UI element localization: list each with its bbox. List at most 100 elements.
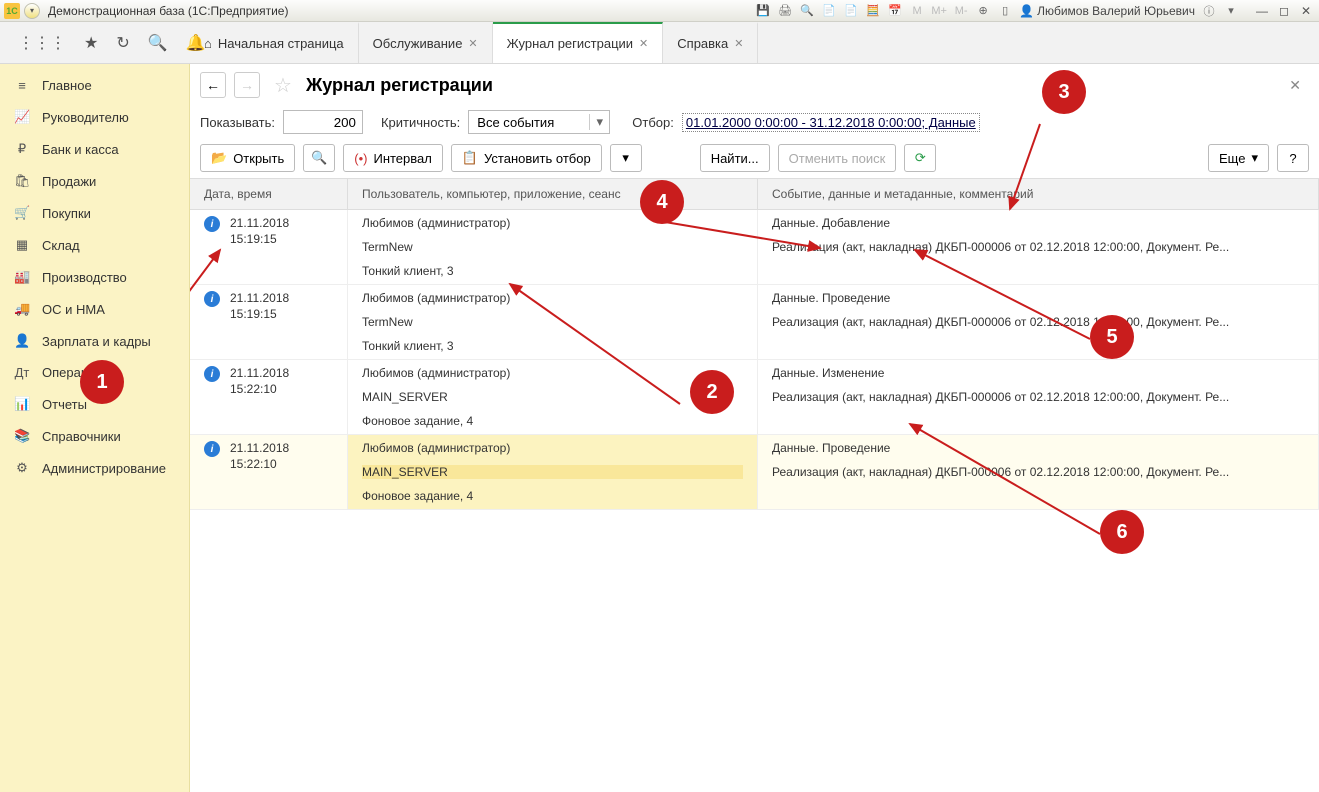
table-row[interactable]: i 21.11.201815:22:10 Любимов (администра…	[190, 360, 1319, 435]
sidebar-item[interactable]: 🛍 Продажи	[0, 165, 189, 197]
criticality-dropdown[interactable]: Все события ▾	[468, 110, 610, 134]
sidebar-item[interactable]: ⚙Администрирование	[0, 452, 189, 484]
close-icon[interactable]: ✕	[734, 37, 743, 50]
user-value: Любимов (администратор)	[362, 366, 743, 380]
cancel-search-button[interactable]: Отменить поиск	[778, 144, 897, 172]
comment-value	[772, 339, 1304, 353]
column-header-user[interactable]: Пользователь, компьютер, приложение, сеа…	[348, 179, 758, 209]
time-value: 15:19:15	[230, 232, 289, 248]
app-menu-dropdown[interactable]: ▾	[24, 3, 40, 19]
toolbar-print-icon[interactable]: 🖨	[777, 3, 793, 19]
tab-home[interactable]: ⌂Начальная страница	[190, 22, 359, 63]
comment-value	[772, 414, 1304, 428]
window-titlebar: 1С ▾ Демонстрационная база (1С:Предприят…	[0, 0, 1319, 22]
favorites-icon[interactable]: ★	[84, 33, 98, 53]
sidebar-item-label: Продажи	[42, 174, 96, 189]
toolbar-panel-icon[interactable]: ▯	[997, 3, 1013, 19]
event-value: Данные. Проведение	[772, 291, 1304, 305]
close-icon[interactable]: ✕	[468, 37, 477, 50]
sidebar-item-label: Производство	[42, 270, 127, 285]
user-icon: 👤	[1019, 4, 1034, 18]
toolbar-doc2-icon[interactable]: 📄	[843, 3, 859, 19]
cell-event: Данные. Проведение Реализация (акт, накл…	[758, 435, 1319, 509]
set-filter-button[interactable]: 📋Установить отбор	[451, 144, 602, 172]
table-row[interactable]: i 21.11.201815:19:15 Любимов (администра…	[190, 285, 1319, 360]
window-minimize-button[interactable]: —	[1253, 3, 1271, 19]
sidebar-item-label: Покупки	[42, 206, 91, 221]
app-value: Фоновое задание, 4	[362, 414, 743, 428]
button-label: Открыть	[233, 151, 284, 166]
toolbar-zoom-icon[interactable]: ⊕	[975, 3, 991, 19]
window-close-button[interactable]: ✕	[1297, 3, 1315, 19]
date-value: 21.11.2018	[230, 291, 289, 307]
nav-forward-button[interactable]: →	[234, 72, 260, 98]
callout-4: 4	[640, 180, 684, 224]
tab-label: Справка	[677, 36, 728, 51]
history-icon[interactable]: ↻	[116, 33, 129, 53]
toolbar-preview-icon[interactable]: 🔍	[799, 3, 815, 19]
sidebar-item[interactable]: ≡Главное	[0, 70, 189, 101]
event-value: Данные. Проведение	[772, 441, 1304, 455]
column-header-datetime[interactable]: Дата, время	[190, 179, 348, 209]
toolbar-info-icon[interactable]: ⓘ	[1201, 3, 1217, 19]
toolbar-save-icon[interactable]: 💾	[755, 3, 771, 19]
user-value: Любимов (администратор)	[362, 291, 743, 305]
sidebar-item[interactable]: 🏭Производство	[0, 261, 189, 293]
sidebar-item-icon: ⚙	[14, 460, 30, 476]
tab-service[interactable]: Обслуживание✕	[359, 22, 493, 63]
sidebar-item[interactable]: 🚚ОС и НМА	[0, 293, 189, 325]
find-button[interactable]: Найти...	[700, 144, 770, 172]
more-button[interactable]: Еще▾	[1208, 144, 1269, 172]
cell-user: Любимов (администратор) MAIN_SERVER Фоно…	[348, 435, 758, 509]
event-value: Данные. Добавление	[772, 216, 1304, 230]
filter-value-link[interactable]: 01.01.2000 0:00:00 - 31.12.2018 0:00:00;…	[682, 113, 980, 132]
close-icon[interactable]: ✕	[639, 37, 648, 50]
sidebar-item-icon: Дт	[14, 365, 30, 380]
open-button[interactable]: 📂 Открыть	[200, 144, 295, 172]
toolbar-mminus-icon[interactable]: M-	[953, 3, 969, 19]
magnify-button[interactable]: 🔍	[303, 144, 335, 172]
table-row[interactable]: i 21.11.201815:22:10 Любимов (администра…	[190, 435, 1319, 510]
sidebar-item[interactable]: ▦Склад	[0, 229, 189, 261]
sidebar-item[interactable]: 🛒Покупки	[0, 197, 189, 229]
app-icon: 1С	[4, 3, 20, 19]
open-icon: 📂	[211, 150, 227, 166]
computer-value: TermNew	[362, 315, 743, 329]
toolbar-calc-icon[interactable]: 🧮	[865, 3, 881, 19]
toolbar-m-icon[interactable]: M	[909, 3, 925, 19]
tab-eventlog[interactable]: Журнал регистрации✕	[493, 22, 664, 63]
sidebar-item-icon: 🛍	[14, 173, 30, 189]
sidebar-item[interactable]: 👤Зарплата и кадры	[0, 325, 189, 357]
sidebar-item[interactable]: 📚Справочники	[0, 420, 189, 452]
show-count-input[interactable]	[283, 110, 363, 134]
sidebar-item-label: Справочники	[42, 429, 121, 444]
date-value: 21.11.2018	[230, 366, 289, 382]
nav-back-button[interactable]: ←	[200, 72, 226, 98]
current-user[interactable]: 👤 Любимов Валерий Юрьевич	[1019, 4, 1195, 18]
favorite-star-icon[interactable]: ☆	[274, 73, 292, 98]
apps-grid-icon[interactable]: ⋮⋮⋮	[18, 33, 66, 53]
app-value: Тонкий клиент, 3	[362, 339, 743, 353]
interval-button[interactable]: (•)Интервал	[343, 144, 443, 172]
window-maximize-button[interactable]: ◻	[1275, 3, 1293, 19]
toolbar-dropdown-icon[interactable]: ▾	[1223, 3, 1239, 19]
time-value: 15:22:10	[230, 382, 289, 398]
refresh-button[interactable]: ⟳	[904, 144, 936, 172]
toolbar-doc1-icon[interactable]: 📄	[821, 3, 837, 19]
close-page-button[interactable]: ✕	[1289, 77, 1301, 94]
sidebar-item-icon: ≡	[14, 78, 30, 93]
column-header-event[interactable]: Событие, данные и метаданные, комментари…	[758, 179, 1319, 209]
time-value: 15:22:10	[230, 457, 289, 473]
sidebar-item[interactable]: 📈Руководителю	[0, 101, 189, 133]
cell-datetime: i 21.11.201815:19:15	[190, 285, 348, 359]
table-row[interactable]: i 21.11.201815:19:15 Любимов (администра…	[190, 210, 1319, 285]
filter-dropdown-button[interactable]: ▾	[610, 144, 642, 172]
help-button[interactable]: ?	[1277, 144, 1309, 172]
button-label: Интервал	[373, 151, 431, 166]
info-icon: i	[204, 441, 220, 457]
toolbar-mplus-icon[interactable]: M+	[931, 3, 947, 19]
toolbar-calendar-icon[interactable]: 📅	[887, 3, 903, 19]
tab-help[interactable]: Справка ✕	[663, 22, 758, 63]
search-icon[interactable]: 🔍	[148, 33, 168, 53]
sidebar-item[interactable]: ₽Банк и касса	[0, 133, 189, 165]
